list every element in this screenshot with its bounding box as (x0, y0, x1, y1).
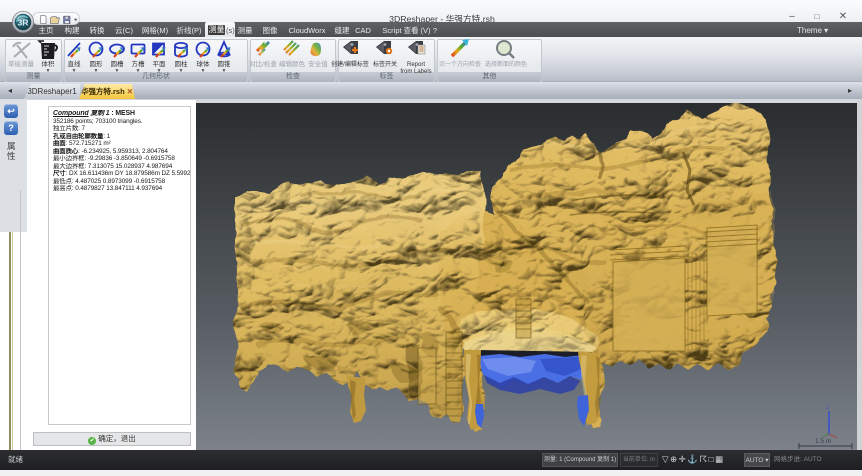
svg-text:▼: ▼ (94, 68, 99, 74)
svg-text:▼: ▼ (222, 68, 227, 74)
svg-text:▼: ▼ (115, 68, 120, 74)
svg-text:▼: ▼ (46, 68, 51, 74)
svg-text:草绘测量: 草绘测量 (8, 59, 35, 68)
svg-text:▼: ▼ (157, 68, 162, 74)
svg-text:z: z (826, 405, 829, 411)
svg-text:▼: ▼ (136, 68, 141, 74)
svg-text:体积: 体积 (42, 59, 56, 68)
svg-text:方槽: 方槽 (132, 59, 146, 68)
svg-text:圆形: 圆形 (90, 60, 104, 68)
svg-text:创建/编辑标签: 创建/编辑标签 (331, 60, 369, 68)
svg-text:直线: 直线 (68, 59, 82, 68)
svg-text:1.5 m: 1.5 m (815, 438, 831, 445)
svg-text:圆柱: 圆柱 (175, 59, 189, 68)
svg-text:▼: ▼ (201, 68, 206, 74)
svg-text:选择断面的颜色: 选择断面的颜色 (485, 60, 527, 68)
svg-text:编辑颜色: 编辑颜色 (279, 59, 306, 68)
svg-text:安全值: 安全值 (308, 59, 328, 68)
svg-text:from Labels: from Labels (400, 69, 431, 75)
svg-text:对比/检查: 对比/检查 (249, 59, 277, 68)
svg-text:标签开关: 标签开关 (373, 60, 397, 68)
svg-text:平面: 平面 (153, 60, 167, 68)
svg-text:圆锥: 圆锥 (218, 59, 232, 68)
svg-text:圆槽: 圆槽 (111, 59, 125, 68)
svg-text:▼: ▼ (72, 68, 77, 74)
svg-text:沿一个方向检查: 沿一个方向检查 (439, 60, 481, 68)
svg-text:球体: 球体 (197, 59, 211, 68)
svg-text:▼: ▼ (179, 68, 184, 74)
svg-text:Report: Report (407, 62, 425, 68)
